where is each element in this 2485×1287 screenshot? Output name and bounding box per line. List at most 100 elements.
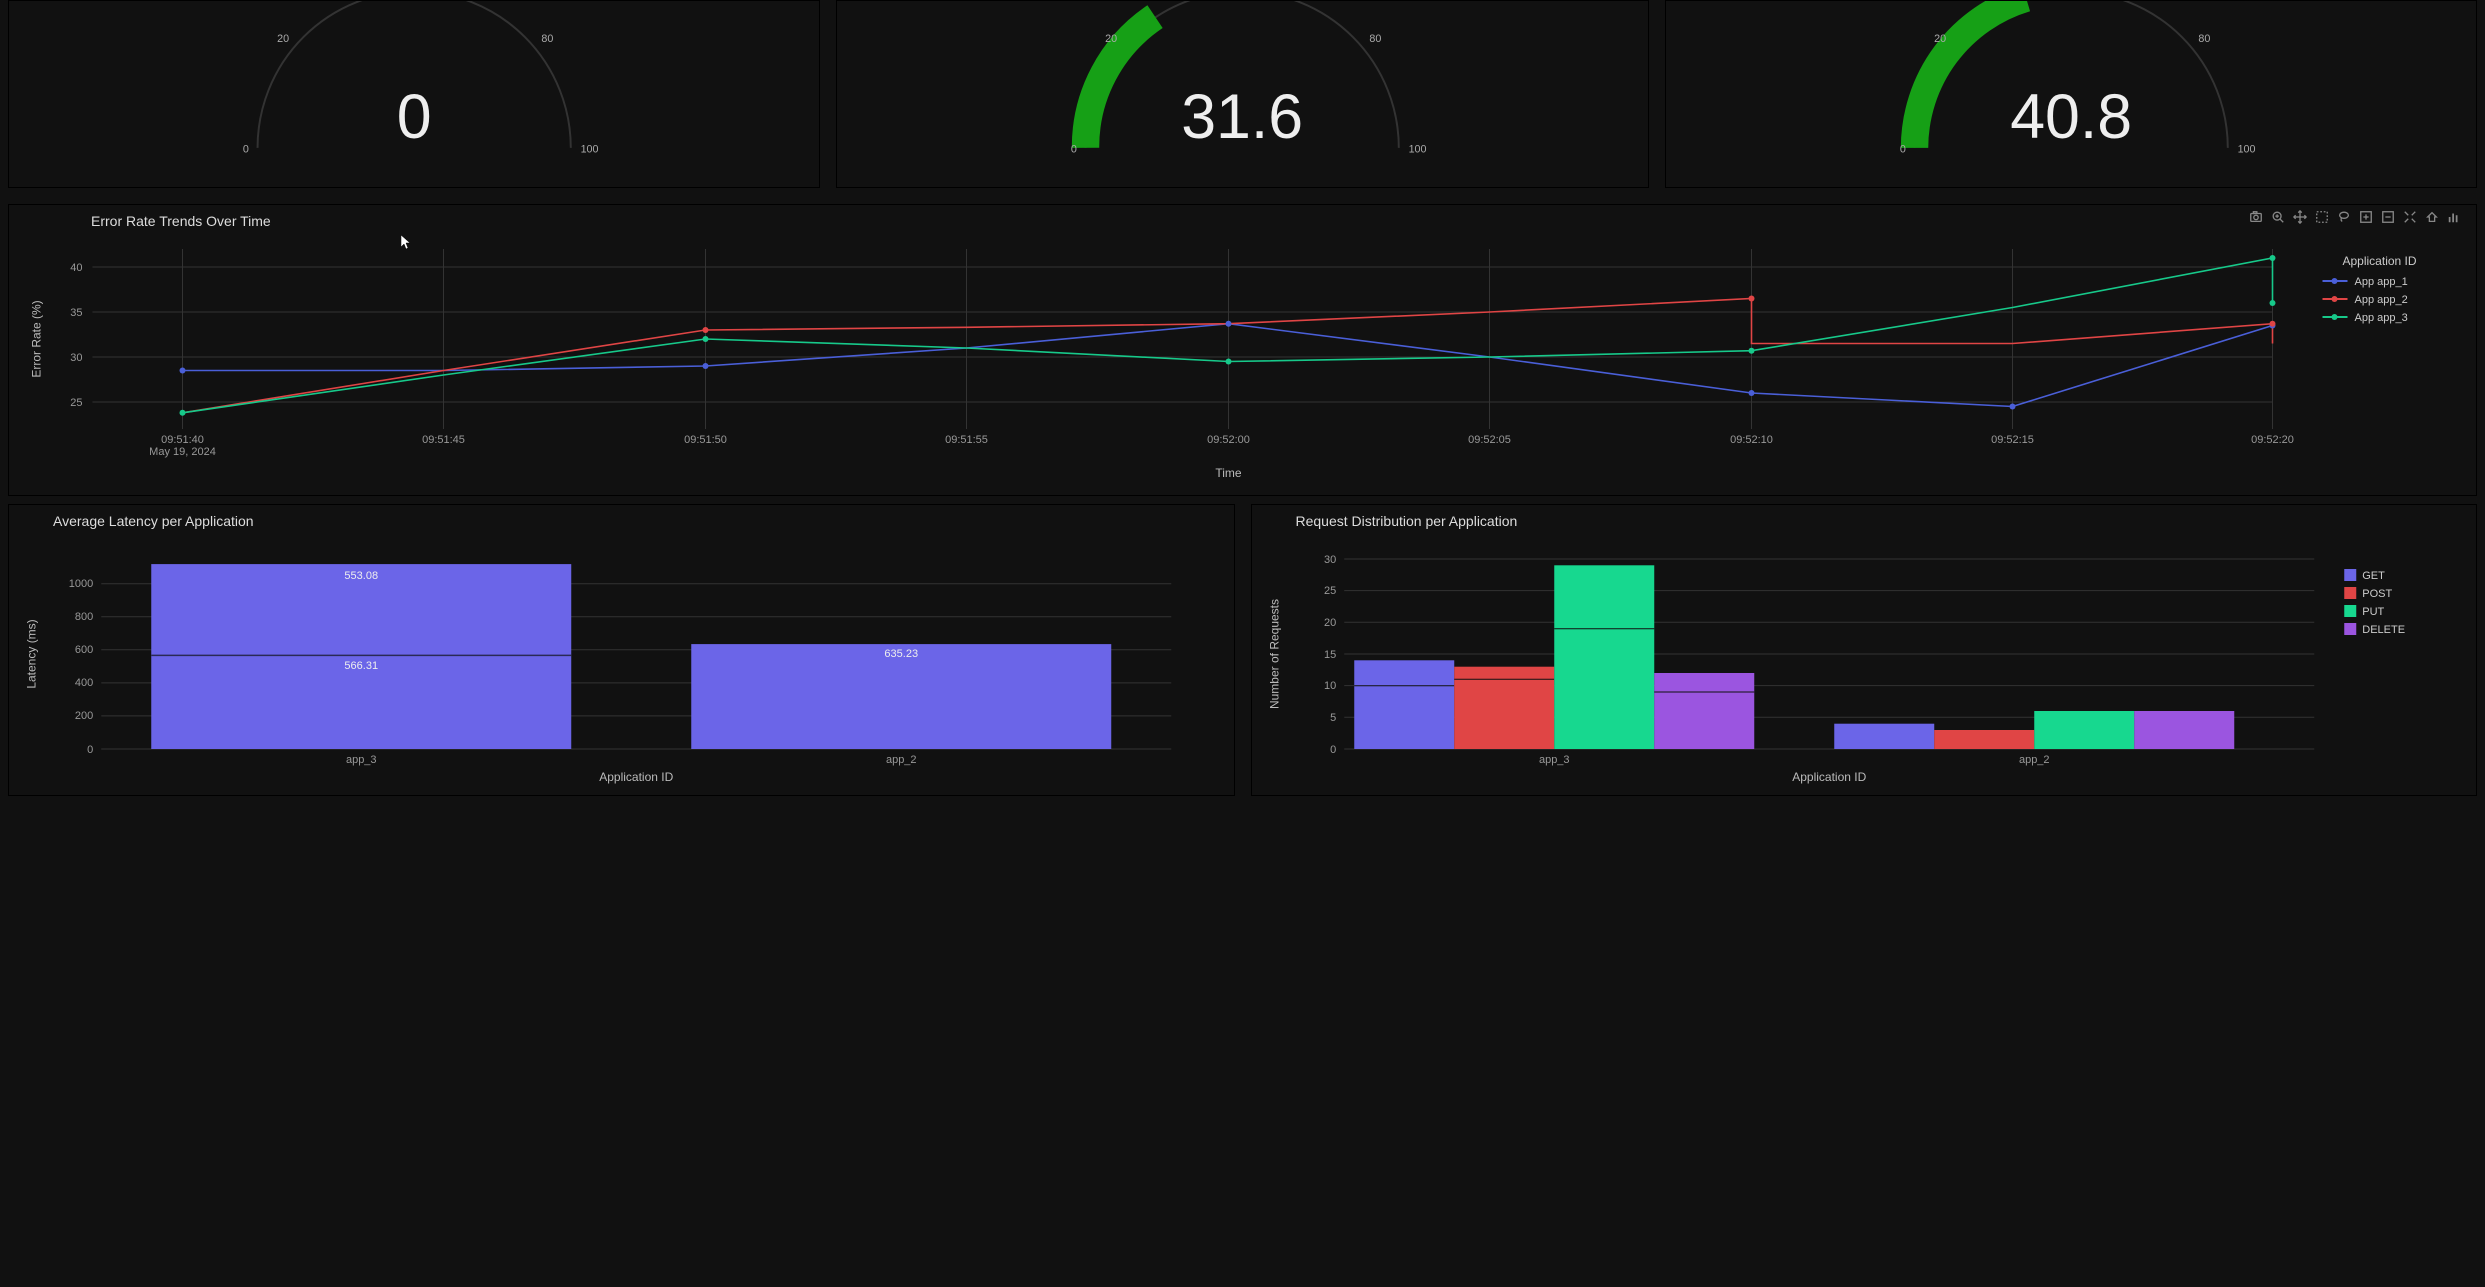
legend-item[interactable]: App app_2 xyxy=(2355,294,2408,306)
legend-item[interactable]: DELETE xyxy=(2362,624,2405,636)
bar xyxy=(2034,711,2134,749)
gauge-panel-3: 0 100 20 80 40.8 xyxy=(1665,0,2477,188)
zoom-icon[interactable] xyxy=(2270,209,2286,225)
reset-axes-icon[interactable] xyxy=(2424,209,2440,225)
bar xyxy=(1454,667,1554,680)
y-tick: 40 xyxy=(70,262,82,274)
y-tick: 10 xyxy=(1324,680,1336,692)
y-tick: 400 xyxy=(75,677,93,689)
x-tick: 09:51:50 xyxy=(684,434,727,446)
y-axis-label: Latency (ms) xyxy=(24,619,38,688)
bar xyxy=(1934,730,2034,749)
gauge-value: 0 xyxy=(397,82,432,152)
error-trends-panel: Error Rate Trends Over Time 25 30 35 40 … xyxy=(8,204,2477,496)
requests-chart[interactable]: 0 5 10 15 20 25 30 xyxy=(1252,529,2477,789)
latency-panel: Average Latency per Application 0 200 40… xyxy=(8,504,1235,796)
bar xyxy=(1654,673,1754,692)
gauge-chart-3: 0 100 20 80 40.8 xyxy=(1666,1,2476,187)
y-tick: 200 xyxy=(75,710,93,722)
y-tick: 5 xyxy=(1330,712,1336,724)
legend-item[interactable]: PUT xyxy=(2362,606,2384,618)
legend-item[interactable]: App app_3 xyxy=(2355,312,2408,324)
latency-chart[interactable]: 0 200 400 600 800 1000 553.08 566.31 635… xyxy=(9,529,1234,789)
y-tick: 25 xyxy=(1324,585,1336,597)
gauge-tick-20: 20 xyxy=(1934,33,1946,45)
x-tick: 09:52:20 xyxy=(2251,434,2294,446)
x-tick: 09:52:00 xyxy=(1207,434,1250,446)
x-axis-label: Application ID xyxy=(599,770,673,784)
y-tick: 800 xyxy=(75,611,93,623)
gauge-chart-1: 0 100 20 80 0 xyxy=(9,1,819,187)
bar xyxy=(1554,565,1654,628)
error-trends-chart[interactable]: 25 30 35 40 09:51:40 09:51:45 09:51:50 0… xyxy=(9,229,2476,489)
x-tick: app_2 xyxy=(2018,754,2049,766)
lasso-select-icon[interactable] xyxy=(2336,209,2352,225)
zoom-out-icon[interactable] xyxy=(2380,209,2396,225)
bottom-row: Average Latency per Application 0 200 40… xyxy=(8,504,2477,796)
autoscale-icon[interactable] xyxy=(2402,209,2418,225)
requests-panel: Request Distribution per Application 0 5… xyxy=(1251,504,2478,796)
gauges-row: 0 100 20 80 0 0 100 20 80 31.6 0 100 20 … xyxy=(0,0,2485,196)
x-tick: 09:52:05 xyxy=(1468,434,1511,446)
gauge-max: 100 xyxy=(1409,144,1427,156)
camera-icon[interactable] xyxy=(2248,209,2264,225)
gauge-tick-80: 80 xyxy=(1370,33,1382,45)
gauge-min: 0 xyxy=(243,144,249,156)
pan-icon[interactable] xyxy=(2292,209,2308,225)
gauge-panel-1: 0 100 20 80 0 xyxy=(8,0,820,188)
plotly-logo-icon[interactable] xyxy=(2446,209,2462,225)
chart-title: Error Rate Trends Over Time xyxy=(9,205,2476,229)
bar xyxy=(1354,686,1454,749)
bar-value-label: 553.08 xyxy=(344,570,378,582)
gauge-tick-20: 20 xyxy=(1105,33,1117,45)
gauge-min: 0 xyxy=(1900,144,1906,156)
bar xyxy=(1834,724,1934,749)
y-tick: 25 xyxy=(70,397,82,409)
y-tick: 30 xyxy=(1324,554,1336,566)
x-tick: 09:51:40 xyxy=(161,434,204,446)
chart-title: Average Latency per Application xyxy=(9,505,1234,529)
gauge-panel-2: 0 100 20 80 31.6 xyxy=(836,0,1648,188)
series-app3 xyxy=(183,258,2273,413)
bar-value-label: 566.31 xyxy=(344,660,378,672)
bar xyxy=(1454,679,1554,749)
y-tick: 1000 xyxy=(69,578,93,590)
box-select-icon[interactable] xyxy=(2314,209,2330,225)
x-tick: app_3 xyxy=(1538,754,1569,766)
gauge-tick-80: 80 xyxy=(541,33,553,45)
gauge-max: 100 xyxy=(581,144,599,156)
x-tick: 09:52:10 xyxy=(1730,434,1773,446)
legend-item[interactable]: App app_1 xyxy=(2355,276,2408,288)
bar xyxy=(2134,711,2234,749)
gauge-tick-80: 80 xyxy=(2198,33,2210,45)
x-tick: 09:52:15 xyxy=(1991,434,2034,446)
y-tick: 0 xyxy=(1330,744,1336,756)
y-tick: 30 xyxy=(70,352,82,364)
bar xyxy=(1354,660,1454,685)
y-axis-label: Error Rate (%) xyxy=(30,300,44,377)
legend-item[interactable]: POST xyxy=(2362,588,2392,600)
x-axis-label: Time xyxy=(1215,466,1242,480)
gauge-value: 31.6 xyxy=(1182,82,1304,152)
y-tick: 600 xyxy=(75,644,93,656)
chart-title: Request Distribution per Application xyxy=(1252,505,2477,529)
legend-item[interactable]: GET xyxy=(2362,570,2385,582)
zoom-in-icon[interactable] xyxy=(2358,209,2374,225)
gauge-min: 0 xyxy=(1071,144,1077,156)
gauge-chart-2: 0 100 20 80 31.6 xyxy=(837,1,1647,187)
gauge-value: 40.8 xyxy=(2010,82,2132,152)
y-axis-label: Number of Requests xyxy=(1267,599,1281,709)
bar xyxy=(1554,629,1654,749)
x-tick: app_3 xyxy=(346,754,377,766)
bar-value-label: 635.23 xyxy=(884,648,918,660)
y-tick: 15 xyxy=(1324,649,1336,661)
series-app1 xyxy=(183,324,2273,407)
x-tick: 09:51:55 xyxy=(945,434,988,446)
y-tick: 20 xyxy=(1324,617,1336,629)
gauge-tick-20: 20 xyxy=(277,33,289,45)
plotly-toolbar xyxy=(2248,205,2462,229)
x-axis-label: Application ID xyxy=(1792,770,1866,784)
y-tick: 35 xyxy=(70,307,82,319)
x-tick: app_2 xyxy=(886,754,917,766)
bar xyxy=(1654,692,1754,749)
